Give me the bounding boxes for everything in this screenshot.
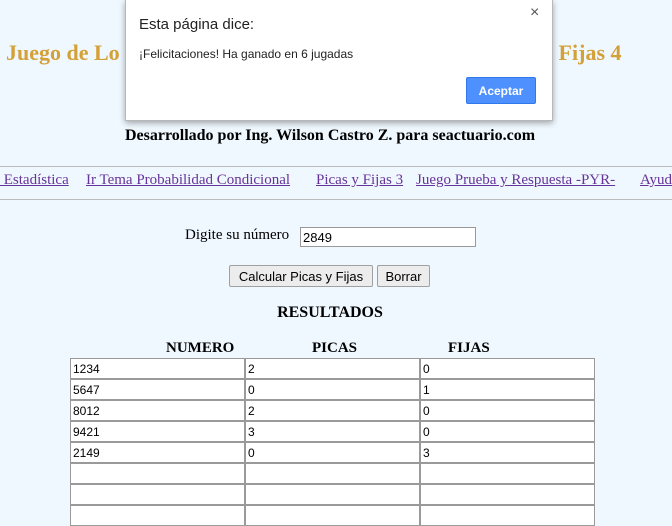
table-row: 8012 2 0	[70, 400, 595, 421]
calculate-button[interactable]: Calcular Picas y Fijas	[229, 265, 373, 287]
column-header-fijas: FIJAS	[448, 340, 490, 356]
table-cell	[420, 484, 595, 505]
table-row: 5647 0 1	[70, 379, 595, 400]
table-row	[70, 484, 595, 505]
results-title: RESULTADOS	[277, 304, 383, 321]
nav-link-estadistica[interactable]: r Estadística	[0, 172, 69, 189]
table-cell: 9421	[70, 421, 245, 442]
table-row: 9421 3 0	[70, 421, 595, 442]
table-cell	[70, 463, 245, 484]
close-icon[interactable]: ×	[530, 4, 539, 22]
nav-bar: r Estadística Ir Tema Probabilidad Condi…	[0, 166, 672, 200]
table-cell: 5647	[70, 379, 245, 400]
table-cell: 2149	[70, 442, 245, 463]
accept-button[interactable]: Aceptar	[466, 77, 536, 104]
dialog-message: ¡Felicitaciones! Ha ganado en 6 jugadas	[139, 47, 354, 61]
clear-button[interactable]: Borrar	[377, 265, 430, 287]
table-row	[70, 463, 595, 484]
table-cell: 3	[245, 421, 420, 442]
table-cell	[420, 463, 595, 484]
table-cell: 3	[420, 442, 595, 463]
table-row: 2149 0 3	[70, 442, 595, 463]
table-cell: 0	[420, 421, 595, 442]
table-row: 1234 2 0	[70, 358, 595, 379]
table-cell: 2	[245, 400, 420, 421]
column-header-numero: NUMERO	[166, 340, 235, 356]
table-cell	[245, 505, 420, 526]
nav-link-probabilidad-condicional[interactable]: Ir Tema Probabilidad Condicional	[86, 172, 290, 189]
page-title-left: Juego de Lo	[6, 40, 120, 65]
number-input-label: Digite su número	[185, 227, 290, 243]
table-cell: 0	[245, 442, 420, 463]
page-subtitle: Desarrollado por Ing. Wilson Castro Z. p…	[124, 127, 536, 144]
table-cell: 0	[245, 379, 420, 400]
dialog-title: Esta página dice:	[139, 16, 255, 33]
nav-link-prueba-respuesta[interactable]: Juego Prueba y Respuesta -PYR-	[416, 172, 615, 189]
number-input[interactable]	[300, 227, 476, 247]
table-cell: 1	[420, 379, 595, 400]
nav-link-picas-fijas-3[interactable]: Picas y Fijas 3	[316, 172, 403, 189]
table-cell: 0	[420, 358, 595, 379]
nav-link-ayuda[interactable]: Ayud	[640, 172, 672, 189]
results-table: 1234 2 0 5647 0 1 8012 2 0 9421 3 0 2149 0 3	[70, 358, 595, 526]
table-cell	[70, 484, 245, 505]
table-cell: 8012	[70, 400, 245, 421]
table-row	[70, 505, 595, 526]
table-cell: 0	[420, 400, 595, 421]
table-cell	[420, 505, 595, 526]
column-header-picas: PICAS	[312, 340, 358, 356]
table-cell	[70, 505, 245, 526]
table-cell	[245, 484, 420, 505]
table-cell: 1234	[70, 358, 245, 379]
table-cell: 2	[245, 358, 420, 379]
number-input-row: Digite su número	[185, 227, 476, 247]
table-cell	[245, 463, 420, 484]
alert-dialog: Esta página dice: × ¡Felicitaciones! Ha …	[125, 0, 553, 121]
